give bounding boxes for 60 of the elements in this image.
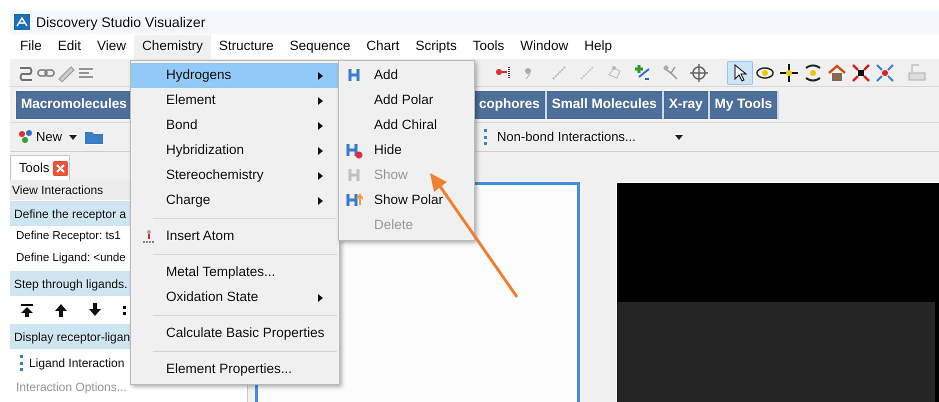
menu-item[interactable]: Chemistry (134, 34, 211, 58)
ruler-icon[interactable] (56, 64, 76, 82)
menu-item[interactable]: Element (131, 88, 339, 113)
hydrogen-remove-icon (346, 142, 362, 158)
home-icon[interactable] (827, 62, 847, 82)
menu-item[interactable]: Insert Atom (131, 224, 339, 249)
crosshair-icon[interactable] (689, 62, 709, 82)
menu-item[interactable]: View (89, 34, 134, 58)
molecule-icon (18, 129, 34, 145)
atom-icon (142, 228, 156, 244)
menu-item[interactable]: Tools (464, 34, 512, 58)
hydrogen-icon (348, 68, 360, 84)
first-icon[interactable] (20, 302, 34, 316)
menu-item[interactable]: Scripts (407, 34, 465, 58)
menu-item[interactable]: File (12, 34, 50, 58)
menu-item[interactable]: Hide (339, 138, 474, 163)
new-button[interactable]: New (18, 127, 62, 147)
move-icon[interactable] (779, 62, 799, 82)
caret-icon[interactable] (68, 132, 78, 142)
menu-item[interactable]: Metal Templates... (131, 260, 339, 285)
menu-item[interactable]: Hydrogens (131, 63, 339, 88)
menu-item[interactable]: Sequence (282, 34, 358, 58)
window-title: Discovery Studio Visualizer (36, 12, 206, 32)
menu-item[interactable]: Edit (50, 34, 90, 58)
down-arrow-icon[interactable] (88, 302, 102, 316)
fit-icon[interactable] (851, 62, 871, 82)
menu-item[interactable]: Structure (210, 34, 282, 58)
menu-item: Show (339, 163, 474, 188)
hydrogen-up-icon (346, 192, 362, 208)
tab-label: Tools (19, 159, 50, 178)
tools-tab[interactable]: Tools (10, 155, 70, 180)
menu-item[interactable]: Window (512, 34, 576, 58)
menu-item[interactable]: Add (339, 63, 474, 88)
menu-item[interactable]: Show Polar (339, 188, 474, 213)
menu-item[interactable]: Add Polar (339, 88, 474, 113)
menu-item: Delete (373, 216, 414, 234)
menu-item[interactable]: Chart (358, 34, 408, 58)
panel-text: Define Ligand: <unde (16, 251, 126, 266)
zoom-icon[interactable] (803, 62, 823, 82)
menu-item[interactable]: Add Chiral (339, 113, 474, 138)
step-heading: Display receptor-ligan (14, 328, 130, 346)
menu-item[interactable]: Help (576, 34, 620, 58)
cursor-icon (733, 64, 747, 82)
step-heading: Step through ligands. (14, 276, 128, 292)
panel-text: Define Receptor: ts1 (16, 229, 121, 244)
menu-item[interactable]: Calculate Basic Properties (131, 321, 339, 346)
close-icon[interactable] (53, 160, 68, 176)
toolbar-tab[interactable]: My Tools (710, 90, 780, 118)
action-link[interactable]: Ligand Interaction (29, 354, 124, 372)
caret-icon (674, 132, 684, 142)
menu-item[interactable]: Bond (131, 113, 339, 138)
menu-item[interactable]: Oxidation State (131, 285, 339, 310)
up-arrow-icon[interactable] (54, 302, 68, 316)
shrink-icon[interactable] (875, 62, 895, 82)
menu-item[interactable]: Hybridization (131, 138, 339, 163)
cursor-button[interactable] (727, 60, 753, 84)
app-logo-icon (14, 14, 30, 30)
hydrogen-icon (348, 168, 360, 184)
step-heading: Define the receptor a (14, 206, 126, 222)
interactions-dropdown[interactable]: Non-bond Interactions... (484, 127, 684, 147)
